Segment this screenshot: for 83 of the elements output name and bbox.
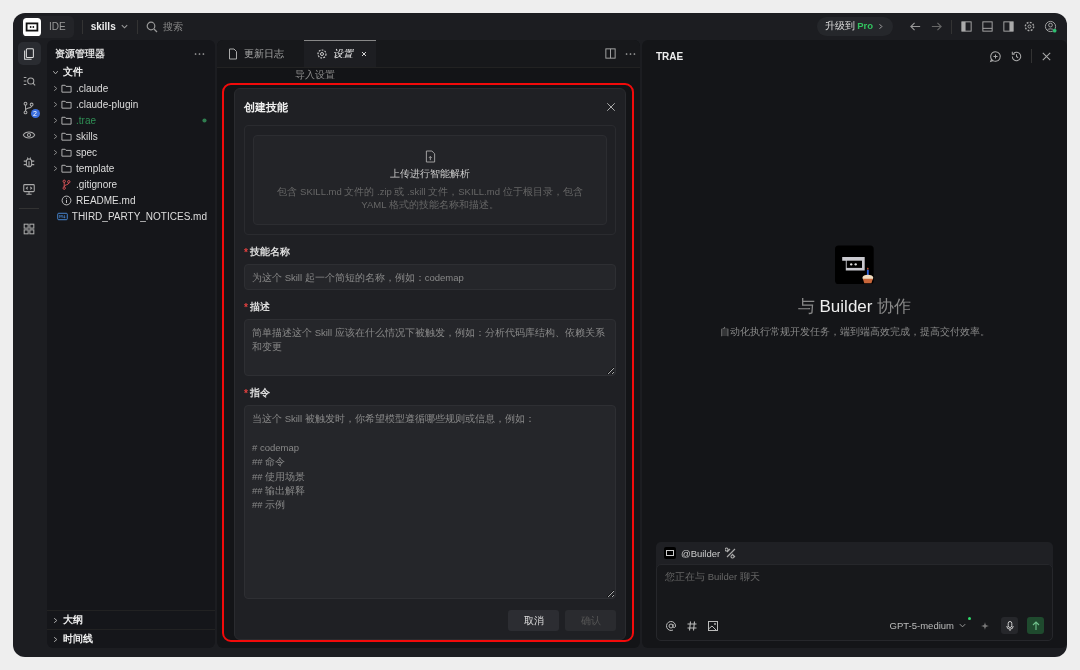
- search-field[interactable]: 搜索: [162, 21, 243, 32]
- field-label: 指令: [249, 386, 270, 400]
- tree-item[interactable]: THIRD_PARTY_NOTICES.md: [71, 210, 207, 222]
- more-icon[interactable]: [194, 52, 205, 56]
- microphone-button[interactable]: [1001, 617, 1018, 634]
- agent-name: @Builder: [681, 547, 721, 559]
- section-heading: 导入设置: [295, 69, 335, 80]
- section-header[interactable]: 时间线: [47, 629, 215, 648]
- status-dot-icon: [968, 617, 971, 620]
- debug-icon: [22, 154, 36, 169]
- chevron-right-icon: [876, 22, 885, 31]
- tree-item[interactable]: .trae: [76, 114, 96, 126]
- editor-tab[interactable]: 设置: [304, 40, 376, 67]
- folder-icon: [61, 146, 72, 158]
- account-icon[interactable]: [1044, 20, 1057, 33]
- new-chat-icon[interactable]: [989, 49, 1002, 63]
- tree-item[interactable]: skills: [76, 130, 98, 142]
- close-icon[interactable]: [606, 102, 616, 112]
- settings-icon: [316, 48, 328, 60]
- tree-item[interactable]: .gitignore: [76, 178, 118, 190]
- text-area[interactable]: 简单描述这个 Skill 应该在什么情况下被触发，例如：分析代码库结构、依赖关系和变更: [244, 319, 616, 376]
- upload-title: 上传进行智能解析: [390, 166, 470, 181]
- split-editor-icon[interactable]: [604, 47, 617, 60]
- tree-item[interactable]: README.md: [76, 194, 136, 206]
- chevron-down-icon: [119, 22, 129, 31]
- tools-icon[interactable]: [725, 547, 738, 559]
- folder-icon: [61, 162, 72, 174]
- required-mark: *: [244, 387, 248, 399]
- bottom-panel-icon[interactable]: [981, 20, 994, 33]
- image-icon[interactable]: [707, 619, 719, 632]
- remote-icon: [22, 181, 36, 196]
- right-panel-icon[interactable]: [1002, 20, 1015, 33]
- settings-icon[interactable]: [1023, 20, 1036, 33]
- folder-icon: [61, 114, 72, 126]
- folder-icon: [61, 130, 72, 142]
- text-area[interactable]: 当这个 Skill 被触发时，你希望模型遵循哪些规则或信息，例如： # codemap ## 命令 ## 使用场景 ## 输出解释 ## 示例: [244, 405, 616, 599]
- chat-input[interactable]: 您正在与 Builder 聊天 GPT-5-medium: [656, 564, 1053, 641]
- agent-icon: [664, 547, 676, 559]
- section-header[interactable]: 大纲: [47, 610, 215, 629]
- info-icon: [61, 194, 72, 206]
- tree-item[interactable]: spec: [76, 146, 98, 158]
- back-arrow-icon[interactable]: [909, 20, 922, 33]
- activity-button[interactable]: [17, 42, 41, 65]
- tree-item[interactable]: .claude: [76, 82, 109, 94]
- tree-item[interactable]: .claude-plugin: [76, 98, 139, 110]
- welcome-subtitle: 自动化执行常规开发任务，端到端高效完成，提高交付效率。: [719, 326, 990, 339]
- product-label: IDE: [49, 21, 66, 32]
- logo-icon: [23, 17, 41, 36]
- editor-tab[interactable]: 更新日志: [217, 40, 296, 67]
- explorer-icon: [22, 46, 36, 61]
- field-label: 技能名称: [249, 245, 290, 259]
- folder-icon: [61, 82, 72, 94]
- sidebar-title: 资源管理器: [55, 47, 105, 61]
- upgrade-button[interactable]: 升级到 Pro: [816, 17, 893, 36]
- more-icon[interactable]: [625, 51, 636, 56]
- markdown-file-icon: [56, 210, 68, 222]
- send-button[interactable]: [1027, 617, 1044, 634]
- section-header[interactable]: 文件: [47, 64, 215, 80]
- forward-arrow-icon[interactable]: [930, 20, 943, 33]
- welcome-heading: 与 Builder 协作: [797, 296, 912, 318]
- source-control-icon: [22, 100, 36, 115]
- left-panel-icon[interactable]: [960, 20, 973, 33]
- model-dropdown[interactable]: GPT-5-medium: [889, 620, 967, 631]
- branch-icon: [61, 178, 72, 190]
- required-mark: *: [244, 246, 248, 258]
- cancel-button[interactable]: 取消: [508, 610, 559, 631]
- folder-icon: [61, 98, 72, 110]
- dialog-title: 创建技能: [244, 99, 288, 115]
- history-icon[interactable]: [1010, 49, 1023, 63]
- field-label: 描述: [249, 300, 270, 314]
- required-mark: *: [244, 301, 248, 313]
- mention-icon[interactable]: [665, 619, 677, 632]
- microphone-icon: [1003, 619, 1016, 632]
- chevron-down-icon: [958, 621, 967, 630]
- extensions-icon: [22, 221, 36, 236]
- panel-title: TRAE: [656, 50, 684, 62]
- file-upload-icon: [424, 149, 436, 163]
- tree-item[interactable]: template: [76, 162, 115, 174]
- file-icon: [227, 47, 239, 60]
- project-dropdown[interactable]: skills: [90, 21, 129, 32]
- status-dot-icon: [202, 117, 207, 123]
- search-icon: [145, 20, 158, 33]
- hashtag-icon[interactable]: [686, 619, 698, 632]
